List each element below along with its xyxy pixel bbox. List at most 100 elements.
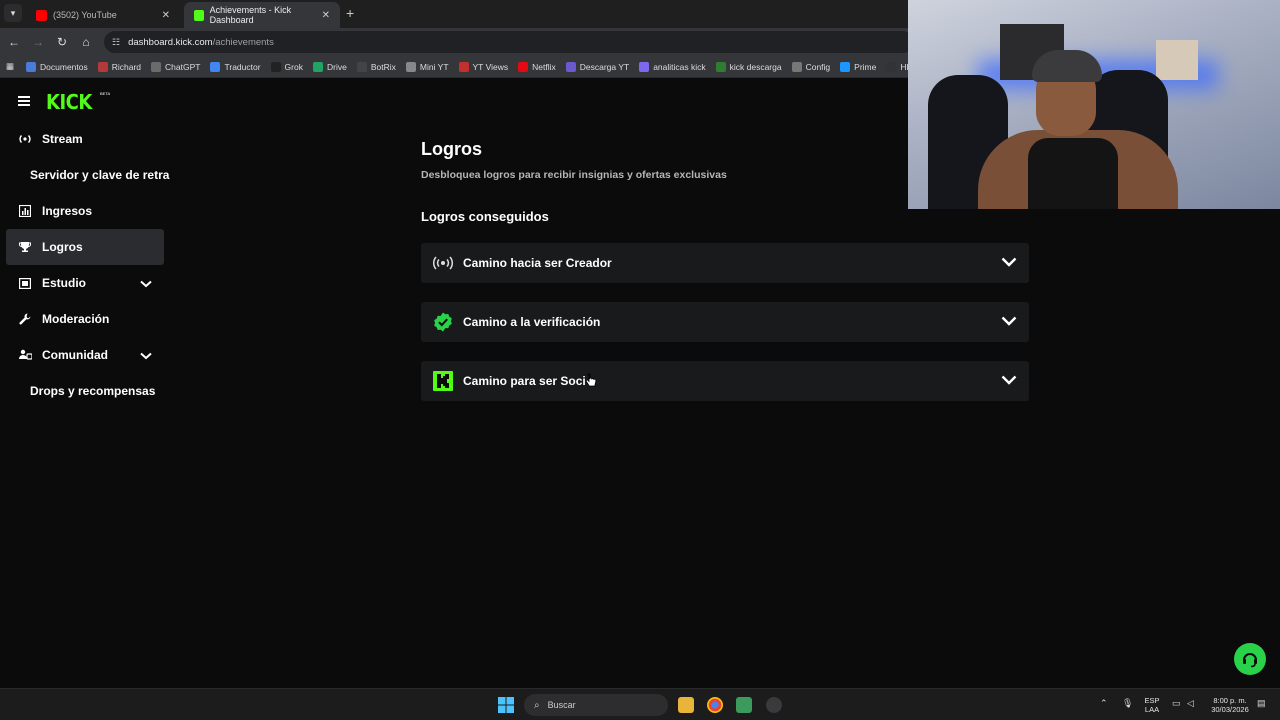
bookmark-label: Netflix: [532, 61, 556, 72]
chevron-up-icon[interactable]: ⌃: [1100, 698, 1108, 709]
clock[interactable]: 8:00 p. m. 30/03/2026: [1204, 696, 1256, 714]
bookmark-item[interactable]: Richard: [97, 61, 141, 72]
accordion-label: Camino hacia ser Creador: [463, 256, 612, 270]
volume-icon[interactable]: ◁: [1187, 698, 1194, 709]
sidebar-item-logros[interactable]: Logros: [6, 229, 164, 265]
sidebar-subitem-drops[interactable]: Drops y recompensas: [30, 384, 155, 398]
bookmark-favicon-icon: [639, 61, 650, 72]
accordion-label: Camino a la verificación: [463, 315, 601, 329]
network-icon[interactable]: ▭: [1172, 698, 1181, 709]
bookmark-item[interactable]: Config: [791, 61, 830, 72]
bookmark-item[interactable]: Documentos: [26, 61, 88, 72]
studio-icon: [18, 276, 32, 290]
bookmark-favicon-icon: [840, 61, 851, 72]
bookmark-item[interactable]: Prime: [840, 61, 877, 72]
windows-start-icon[interactable]: [498, 697, 514, 713]
bookmark-item[interactable]: kick descarga: [715, 61, 782, 72]
lang-top: ESP: [1144, 696, 1160, 705]
browser-tab-youtube[interactable]: (3502) YouTube ✕: [26, 2, 180, 28]
kick-logo[interactable]: KICK: [46, 90, 92, 114]
bookmark-item[interactable]: Grok: [270, 61, 303, 72]
bookmark-item[interactable]: analiticas kick: [639, 61, 706, 72]
sidebar-item-label: Stream: [42, 132, 83, 146]
bookmark-label: YT Views: [472, 61, 509, 72]
bookmark-item[interactable]: Mini YT: [405, 61, 449, 72]
headset-icon: [1243, 653, 1257, 668]
bookmark-label: Drive: [326, 61, 347, 72]
sidebar-item-estudio[interactable]: Estudio: [6, 265, 164, 301]
page-title: Logros: [421, 139, 482, 159]
sidebar-item-stream[interactable]: Stream: [6, 121, 164, 157]
accordion-label: Camino para ser Soci: [463, 374, 586, 388]
support-chat-button[interactable]: [1234, 643, 1266, 675]
sidebar-item-moderacion[interactable]: Moderación: [6, 301, 164, 337]
search-placeholder: Buscar: [547, 700, 576, 710]
chevron-down-icon[interactable]: [1001, 315, 1017, 329]
tab-search-button[interactable]: ▾: [4, 4, 22, 22]
chevron-down-icon[interactable]: [1001, 374, 1017, 388]
reload-button[interactable]: ↻: [54, 34, 70, 50]
taskbar-search[interactable]: ⌕ Buscar: [524, 694, 668, 716]
bookmark-label: Grok: [284, 61, 303, 72]
chevron-down-icon[interactable]: [140, 277, 152, 291]
home-button[interactable]: ⌂: [78, 34, 94, 50]
bookmark-item[interactable]: ChatGPT: [151, 61, 201, 72]
bookmark-favicon-icon: [715, 61, 726, 72]
bookmark-favicon-icon: [151, 61, 162, 72]
back-button[interactable]: ←: [6, 34, 22, 50]
sidebar-item-comunidad[interactable]: Comunidad: [6, 337, 164, 373]
sidebar-item-label: Estudio: [42, 276, 86, 290]
bookmark-label: ChatGPT: [165, 61, 201, 72]
browser-tab-kick-dashboard[interactable]: Achievements - Kick Dashboard ✕: [184, 2, 340, 28]
sidebar-item-ingresos[interactable]: Ingresos: [6, 193, 164, 229]
webcam-overlay: [908, 0, 1280, 209]
forward-button[interactable]: →: [30, 34, 46, 50]
sidebar-subitem-servidor[interactable]: Servidor y clave de retra: [30, 168, 169, 182]
tab-title: Achievements - Kick Dashboard: [209, 5, 292, 25]
notification-icon[interactable]: ▤: [1257, 698, 1266, 709]
chevron-down-icon[interactable]: [140, 349, 152, 363]
apps-icon[interactable]: ▦: [6, 61, 14, 72]
section-title: Logros conseguidos: [421, 209, 549, 224]
accordion-creador[interactable]: Camino hacia ser Creador: [421, 243, 1029, 283]
sidebar-item-label: Ingresos: [42, 204, 93, 218]
kick-k-icon: [433, 371, 453, 391]
app-icon[interactable]: [766, 697, 782, 713]
chevron-down-icon[interactable]: [1001, 256, 1017, 270]
address-bar[interactable]: ☷ dashboard.kick.com/achievements: [104, 31, 914, 53]
bookmark-item[interactable]: YT Views: [458, 61, 509, 72]
bookmark-item[interactable]: Netflix: [518, 61, 556, 72]
close-icon[interactable]: ✕: [162, 10, 170, 21]
bookmark-favicon-icon: [270, 61, 281, 72]
time: 8:00 p. m.: [1213, 696, 1247, 705]
sidebar-item-label: Logros: [42, 240, 83, 254]
close-icon[interactable]: ✕: [322, 10, 330, 21]
bookmark-favicon-icon: [791, 61, 802, 72]
lang-bottom: LAA: [1144, 705, 1160, 714]
new-tab-button[interactable]: +: [346, 5, 354, 21]
bookmark-item[interactable]: BotRix: [356, 61, 396, 72]
file-explorer-icon[interactable]: [678, 697, 694, 713]
bookmark-item[interactable]: Drive: [312, 61, 347, 72]
menu-icon[interactable]: [18, 96, 30, 106]
language-indicator[interactable]: ESP LAA: [1142, 696, 1162, 714]
bookmark-label: Descarga YT: [579, 61, 630, 72]
chrome-icon[interactable]: [707, 697, 723, 713]
microphone-icon[interactable]: 🎙: [1122, 698, 1133, 709]
sidebar-item-label: Moderación: [42, 312, 110, 326]
bookmark-item[interactable]: Traductor: [210, 61, 261, 72]
accordion-socio[interactable]: Camino para ser Soci: [421, 361, 1029, 401]
url-path: /achievements: [212, 36, 274, 48]
app-icon[interactable]: [736, 697, 752, 713]
accordion-verificacion[interactable]: Camino a la verificación: [421, 302, 1029, 342]
tab-title: (3502) YouTube: [53, 10, 117, 20]
bookmark-label: Prime: [854, 61, 877, 72]
chart-icon: [18, 204, 32, 218]
bookmark-favicon-icon: [97, 61, 108, 72]
windows-taskbar: ⌕ Buscar ⌃ 🎙 ESP LAA ▭ ◁ 8:00 p. m. 30/0…: [0, 688, 1280, 720]
date: 30/03/2026: [1211, 705, 1249, 714]
broadcast-icon: [433, 253, 453, 273]
community-icon: [18, 348, 32, 362]
site-settings-icon[interactable]: ☷: [112, 37, 120, 48]
bookmark-item[interactable]: Descarga YT: [565, 61, 630, 72]
